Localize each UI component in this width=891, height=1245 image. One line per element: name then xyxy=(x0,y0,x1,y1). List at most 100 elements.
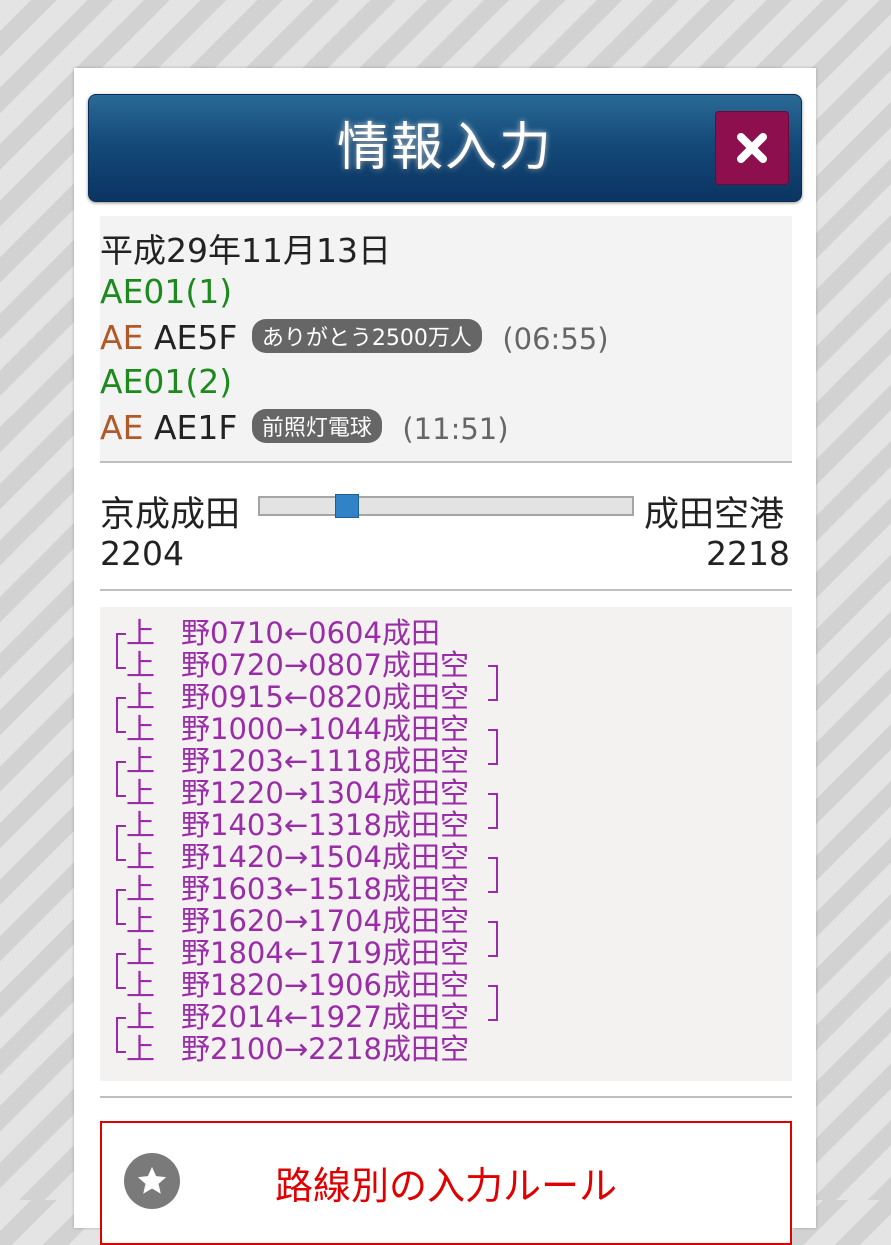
schedule-list: 上野0710←0604成田上野0720→0807成田空上野0915←0820成田… xyxy=(100,607,792,1081)
schedule-cell-to-2: 田空 xyxy=(410,840,469,874)
schedule-cell-direction: → xyxy=(283,840,309,874)
schedule-cell-time-2: 1504 xyxy=(308,840,382,874)
to-number: 2218 xyxy=(706,534,790,573)
schedule-cell-direction: ← xyxy=(283,1000,309,1034)
schedule-cell-from-2: 野 xyxy=(180,776,210,810)
from-number: 2204 xyxy=(100,534,184,573)
entry-car: AE1F xyxy=(153,408,238,447)
pair-bracket-right xyxy=(488,985,498,1021)
schedule-cell-from-2: 野 xyxy=(180,712,210,746)
pair-bracket-right xyxy=(488,793,498,829)
pair-bracket-right xyxy=(488,729,498,765)
schedule-cell-from-1: 上 xyxy=(126,1000,156,1034)
schedule-cell-to-2: 田空 xyxy=(410,936,469,970)
schedule-cell-to-1: 成 xyxy=(381,840,411,874)
schedule-cell-from-1: 上 xyxy=(126,776,156,810)
schedule-cell-time-2: 1906 xyxy=(308,968,382,1002)
schedule-cell-from-1: 上 xyxy=(126,840,156,874)
schedule-row: 上野0710←0604成田 xyxy=(126,617,440,649)
pair-bracket-left xyxy=(116,761,126,797)
entry-detail: AE AE1F 前照灯電球 (11:51) xyxy=(100,408,509,447)
schedule-cell-from-2: 野 xyxy=(180,1032,210,1066)
schedule-cell-time-2: 1304 xyxy=(308,776,382,810)
entry-prefix: AE xyxy=(100,318,144,357)
input-rules-label: 路線別の入力ルール xyxy=(274,1164,617,1208)
pair-bracket-left xyxy=(116,889,126,925)
pair-bracket-right xyxy=(488,857,498,893)
schedule-cell-time-1: 1804 xyxy=(210,936,284,970)
schedule-cell-from-2: 野 xyxy=(180,616,210,650)
schedule-cell-time-2: 2218 xyxy=(308,1032,382,1066)
schedule-cell-direction: ← xyxy=(283,808,309,842)
schedule-cell-direction: ← xyxy=(283,936,309,970)
schedule-cell-direction: ← xyxy=(283,872,309,906)
schedule-cell-to-2: 田空 xyxy=(410,968,469,1002)
schedule-cell-to-2: 田空 xyxy=(410,872,469,906)
schedule-cell-direction: ← xyxy=(283,616,309,650)
pair-bracket-left xyxy=(116,825,126,861)
schedule-cell-direction: ← xyxy=(283,744,309,778)
dialog-header: 情報入力 xyxy=(88,94,802,202)
divider xyxy=(100,461,792,463)
schedule-cell-to-1: 成 xyxy=(381,776,411,810)
schedule-cell-to-2: 田空 xyxy=(410,744,469,778)
schedule-cell-to-2: 田空 xyxy=(410,904,469,938)
schedule-row: 上野1420→1504成田空 xyxy=(126,841,469,873)
schedule-row: 上野1603←1518成田空 xyxy=(126,873,469,905)
schedule-cell-to-1: 成 xyxy=(381,872,411,906)
schedule-cell-time-1: 1820 xyxy=(210,968,284,1002)
schedule-cell-to-2: 田 xyxy=(410,616,440,650)
route-slider-track[interactable] xyxy=(258,496,634,516)
schedule-cell-time-2: 1044 xyxy=(308,712,382,746)
from-station-label: 京成成田 xyxy=(100,495,241,535)
input-rules-button[interactable]: 路線別の入力ルール xyxy=(100,1121,792,1245)
schedule-cell-time-2: 1518 xyxy=(308,872,382,906)
close-button[interactable] xyxy=(715,111,789,185)
schedule-row: 上野1403←1318成田空 xyxy=(126,809,469,841)
schedule-cell-time-2: 1927 xyxy=(308,1000,382,1034)
schedule-cell-to-2: 田空 xyxy=(410,1032,469,1066)
schedule-cell-to-2: 田空 xyxy=(410,712,469,746)
pair-bracket-left xyxy=(116,953,126,989)
schedule-cell-to-2: 田空 xyxy=(410,1000,469,1034)
schedule-cell-direction: → xyxy=(283,968,309,1002)
schedule-row: 上野0720→0807成田空 xyxy=(126,649,469,681)
schedule-cell-to-1: 成 xyxy=(381,648,411,682)
schedule-cell-time-1: 1603 xyxy=(210,872,284,906)
schedule-cell-from-1: 上 xyxy=(126,936,156,970)
schedule-cell-to-1: 成 xyxy=(381,904,411,938)
schedule-row: 上野1620→1704成田空 xyxy=(126,905,469,937)
pair-bracket-left xyxy=(116,697,126,733)
schedule-cell-time-1: 1203 xyxy=(210,744,284,778)
schedule-cell-from-2: 野 xyxy=(180,936,210,970)
schedule-cell-from-2: 野 xyxy=(180,840,210,874)
schedule-cell-from-2: 野 xyxy=(180,872,210,906)
schedule-cell-time-2: 0820 xyxy=(308,680,382,714)
schedule-cell-to-1: 成 xyxy=(381,680,411,714)
schedule-cell-from-2: 野 xyxy=(180,808,210,842)
schedule-cell-from-1: 上 xyxy=(126,680,156,714)
schedule-cell-from-1: 上 xyxy=(126,808,156,842)
entry-id: AE01(2) xyxy=(100,362,233,401)
schedule-cell-time-1: 1620 xyxy=(210,904,284,938)
entry-time: (06:55) xyxy=(502,322,609,356)
pair-bracket-right xyxy=(488,665,498,701)
schedule-cell-from-1: 上 xyxy=(126,872,156,906)
schedule-cell-to-1: 成 xyxy=(381,616,411,650)
entry-car: AE5F xyxy=(153,318,238,357)
entry-note-badge: 前照灯電球 xyxy=(251,409,382,443)
schedule-row: 上野2100→2218成田空 xyxy=(126,1033,469,1065)
schedule-cell-direction: → xyxy=(283,712,309,746)
dialog-title: 情報入力 xyxy=(336,118,553,178)
schedule-cell-to-2: 田空 xyxy=(410,648,469,682)
schedule-cell-direction: → xyxy=(283,648,309,682)
entry-detail: AE AE5F ありがとう2500万人 (06:55) xyxy=(100,318,609,357)
schedule-cell-to-1: 成 xyxy=(381,1032,411,1066)
entry-note-badge: ありがとう2500万人 xyxy=(251,319,482,353)
schedule-row: 上野2014←1927成田空 xyxy=(126,1001,469,1033)
schedule-cell-time-1: 0710 xyxy=(210,616,284,650)
entry-prefix: AE xyxy=(100,408,144,447)
route-slider-thumb[interactable] xyxy=(335,494,359,518)
entry-id: AE01(1) xyxy=(100,272,233,311)
schedule-cell-from-2: 野 xyxy=(180,904,210,938)
